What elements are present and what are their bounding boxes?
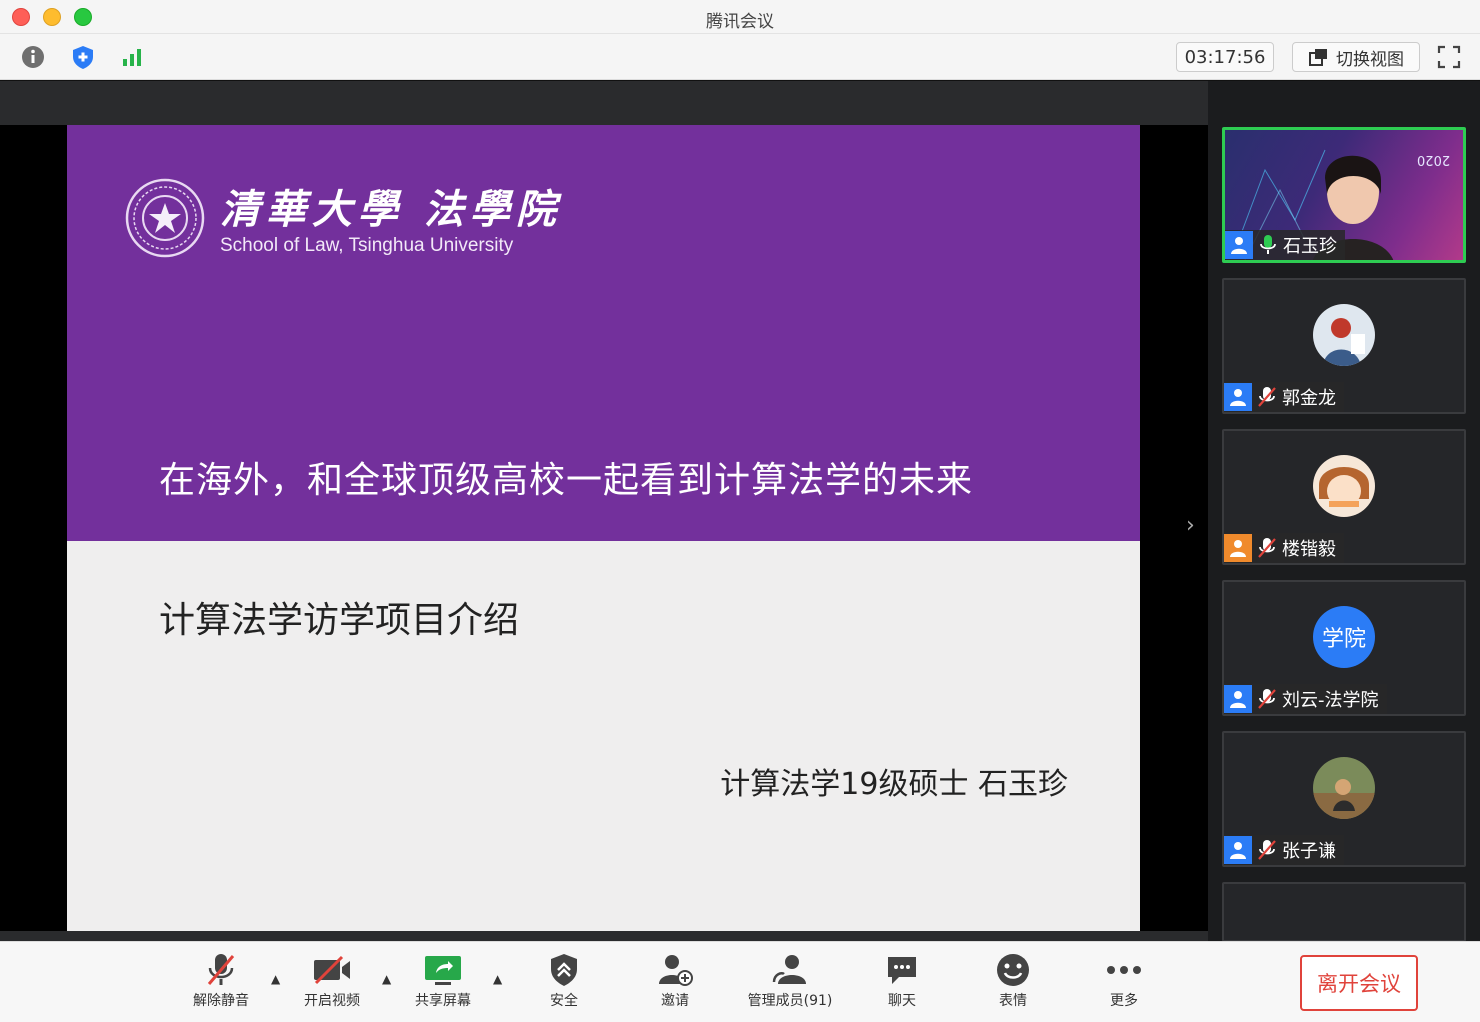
more-dots-icon <box>1107 966 1141 974</box>
stage-bottom-strip <box>0 931 1208 941</box>
chat-label: 聊天 <box>888 993 916 1009</box>
participant-namebar: 张子谦 <box>1224 835 1344 865</box>
smiley-icon <box>997 954 1029 986</box>
switch-view-label: 切换视图 <box>1336 49 1404 70</box>
participant-tile[interactable]: 学院 刘云-法学院 <box>1222 580 1466 716</box>
tile-background-badge: 2020 <box>1417 152 1450 167</box>
user-icon <box>1224 534 1252 562</box>
participant-avatar: 学院 <box>1313 606 1375 668</box>
chat-bubble-icon <box>888 957 916 984</box>
participant-namebar: 郭金龙 <box>1224 382 1344 412</box>
user-icon <box>1224 383 1252 411</box>
user-icon <box>1224 836 1252 864</box>
participant-tile[interactable]: 郭金龙 <box>1222 278 1466 414</box>
participant-name: 楼锴毅 <box>1282 539 1336 560</box>
meeting-timer: 03:17:56 <box>1176 42 1274 72</box>
microphone-muted-icon <box>1252 383 1282 411</box>
participant-namebar: 刘云-法学院 <box>1224 684 1387 714</box>
security-button[interactable]: 安全 <box>519 950 609 1016</box>
participants-panel: 2020 石玉珍 郭金龙 楼锴毅 学院 刘云-法学院 张子谦 <box>1208 81 1480 942</box>
signal-icon[interactable] <box>117 42 147 72</box>
slide-author: 计算法学19级硕士 石玉珍 <box>720 767 1068 802</box>
info-icon[interactable] <box>18 42 48 72</box>
school-name-en: School of Law, Tsinghua University <box>220 235 514 256</box>
participant-avatar <box>1313 757 1375 819</box>
manage-members-label: 管理成员(91) <box>747 993 833 1009</box>
start-video-button[interactable]: 开启视频 <box>287 950 377 1016</box>
school-name-cn: 清華大學 法學院 <box>220 186 562 233</box>
presentation-slide: 清華大學 法學院 School of Law, Tsinghua Univers… <box>67 125 1140 931</box>
add-user-icon <box>659 955 693 986</box>
microphone-muted-icon <box>1252 685 1282 713</box>
slide-subtitle: 计算法学访学项目介绍 <box>159 600 520 641</box>
meeting-window: 腾讯会议 03:17:56 切换视图 清華大學 法學院 School of La… <box>0 0 1480 1022</box>
window-title: 腾讯会议 <box>706 12 774 32</box>
more-label: 更多 <box>1110 993 1138 1009</box>
switch-view-icon <box>1309 49 1327 66</box>
manage-members-button[interactable]: 管理成员(91) <box>740 950 840 1016</box>
microphone-active-icon <box>1253 231 1283 259</box>
more-button[interactable]: 更多 <box>1079 950 1169 1016</box>
participant-avatar <box>1313 304 1375 366</box>
participant-name: 张子谦 <box>1282 841 1336 862</box>
invite-button[interactable]: 邀请 <box>630 950 720 1016</box>
fullscreen-icon[interactable] <box>1434 42 1464 72</box>
participant-tile-partial[interactable] <box>1222 882 1466 942</box>
bottom-toolbar: 解除静音 ▲ 开启视频 ▲ 共享屏幕 ▲ 安全 邀请 管理成员(91) 聊天 表… <box>0 941 1480 1022</box>
participant-name: 刘云-法学院 <box>1282 690 1379 711</box>
participant-namebar: 楼锴毅 <box>1224 533 1344 563</box>
shared-screen-area: 清華大學 法學院 School of Law, Tsinghua Univers… <box>0 81 1208 941</box>
slide-title: 在海外，和全球顶级高校一起看到计算法学的未来 <box>159 460 974 501</box>
shield-icon[interactable] <box>68 42 98 72</box>
audio-options-caret-icon[interactable]: ▲ <box>271 972 280 986</box>
microphone-muted-icon <box>1252 836 1282 864</box>
participant-avatar <box>1313 455 1375 517</box>
security-shield-icon <box>551 954 577 986</box>
participant-tile[interactable]: 2020 石玉珍 <box>1222 127 1466 263</box>
share-screen-icon <box>425 956 461 985</box>
camera-off-icon <box>314 955 350 985</box>
share-options-caret-icon[interactable]: ▲ <box>493 972 502 986</box>
participant-tile[interactable]: 楼锴毅 <box>1222 429 1466 565</box>
reactions-button[interactable]: 表情 <box>968 950 1058 1016</box>
leave-meeting-button[interactable]: 离开会议 <box>1300 955 1418 1011</box>
avatar-text: 学院 <box>1321 627 1366 652</box>
participant-name: 石玉珍 <box>1283 236 1337 257</box>
switch-view-button[interactable]: 切换视图 <box>1292 42 1420 72</box>
members-icon <box>772 955 806 984</box>
microphone-muted-icon <box>207 954 235 985</box>
chat-button[interactable]: 聊天 <box>857 950 947 1016</box>
chevron-right-icon[interactable]: › <box>1186 513 1195 538</box>
share-screen-label: 共享屏幕 <box>415 993 471 1009</box>
slide-header-band: 清華大學 法學院 School of Law, Tsinghua Univers… <box>67 125 1140 541</box>
security-label: 安全 <box>550 993 578 1009</box>
share-screen-button[interactable]: 共享屏幕 <box>398 950 488 1016</box>
top-toolbar: 03:17:56 切换视图 <box>0 34 1480 80</box>
unmute-button[interactable]: 解除静音 <box>176 950 266 1016</box>
stage-top-strip <box>0 81 1208 125</box>
title-bar: 腾讯会议 <box>0 0 1480 34</box>
participant-tile[interactable]: 张子谦 <box>1222 731 1466 867</box>
microphone-muted-icon <box>1252 534 1282 562</box>
user-icon <box>1224 685 1252 713</box>
start-video-label: 开启视频 <box>304 993 360 1009</box>
invite-label: 邀请 <box>661 993 689 1009</box>
participant-name: 郭金龙 <box>1282 388 1336 409</box>
tsinghua-seal-logo <box>125 178 205 258</box>
user-icon <box>1225 231 1253 259</box>
reactions-label: 表情 <box>999 993 1027 1009</box>
participant-namebar: 石玉珍 <box>1225 230 1345 260</box>
unmute-label: 解除静音 <box>193 993 249 1009</box>
video-options-caret-icon[interactable]: ▲ <box>382 972 391 986</box>
